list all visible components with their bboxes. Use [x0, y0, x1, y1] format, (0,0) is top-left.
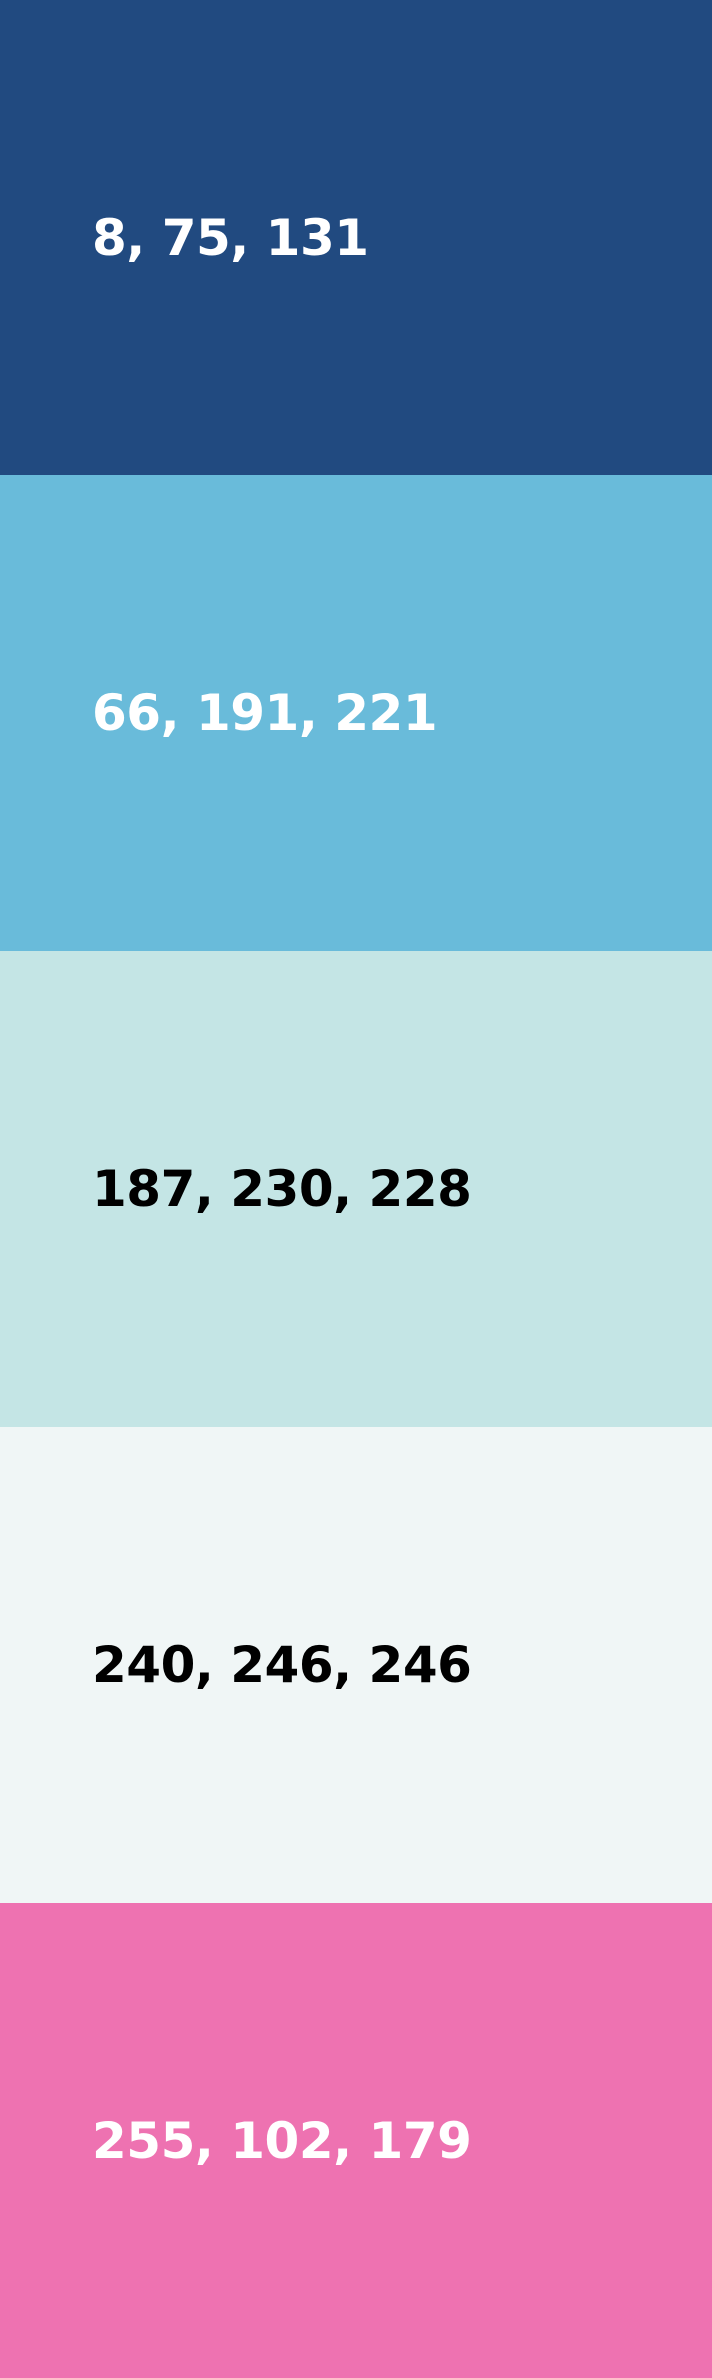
color-swatch-3: 187, 230, 228 — [0, 951, 712, 1427]
color-swatch-4: 240, 246, 246 — [0, 1427, 712, 1903]
color-swatch-2: 66, 191, 221 — [0, 475, 712, 951]
swatch-rgb-label: 187, 230, 228 — [92, 1160, 472, 1218]
swatch-rgb-label: 255, 102, 179 — [92, 2111, 472, 2170]
color-swatch-1: 8, 75, 131 — [0, 0, 712, 475]
swatch-rgb-label: 240, 246, 246 — [92, 1636, 472, 1694]
color-swatch-5: 255, 102, 179 — [0, 1903, 712, 2378]
swatch-rgb-label: 66, 191, 221 — [92, 684, 438, 742]
color-palette: 8, 75, 131 66, 191, 221 187, 230, 228 24… — [0, 0, 712, 2378]
swatch-rgb-label: 8, 75, 131 — [92, 208, 369, 267]
